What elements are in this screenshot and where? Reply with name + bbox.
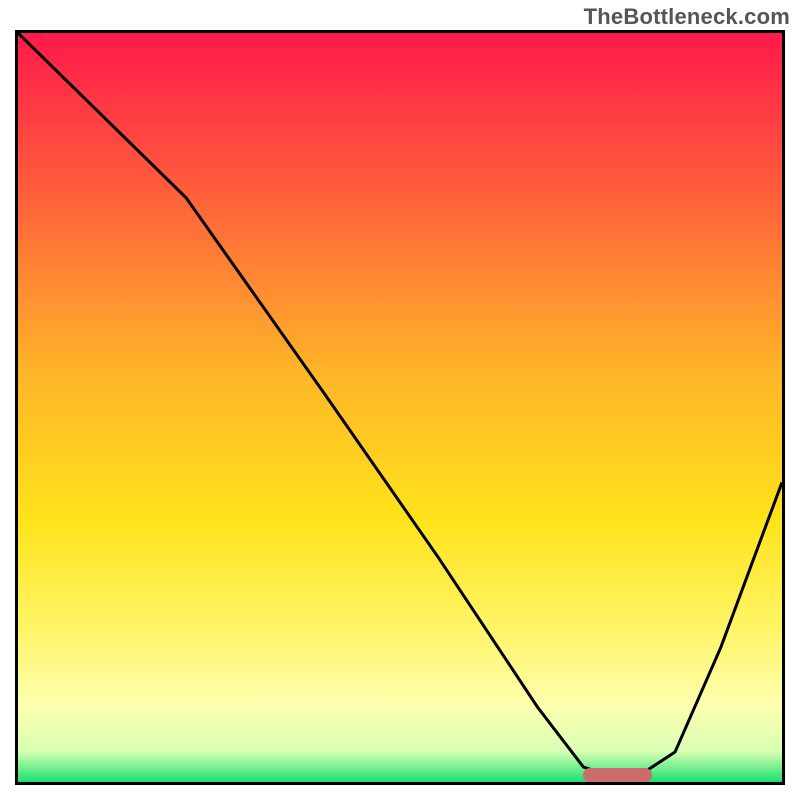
optimal-range-marker xyxy=(583,768,652,782)
watermark-label: TheBottleneck.com xyxy=(584,4,790,30)
bottleneck-curve xyxy=(18,33,782,782)
curve-path xyxy=(18,33,782,782)
chart-container: TheBottleneck.com xyxy=(0,0,800,800)
plot-area xyxy=(15,30,785,785)
